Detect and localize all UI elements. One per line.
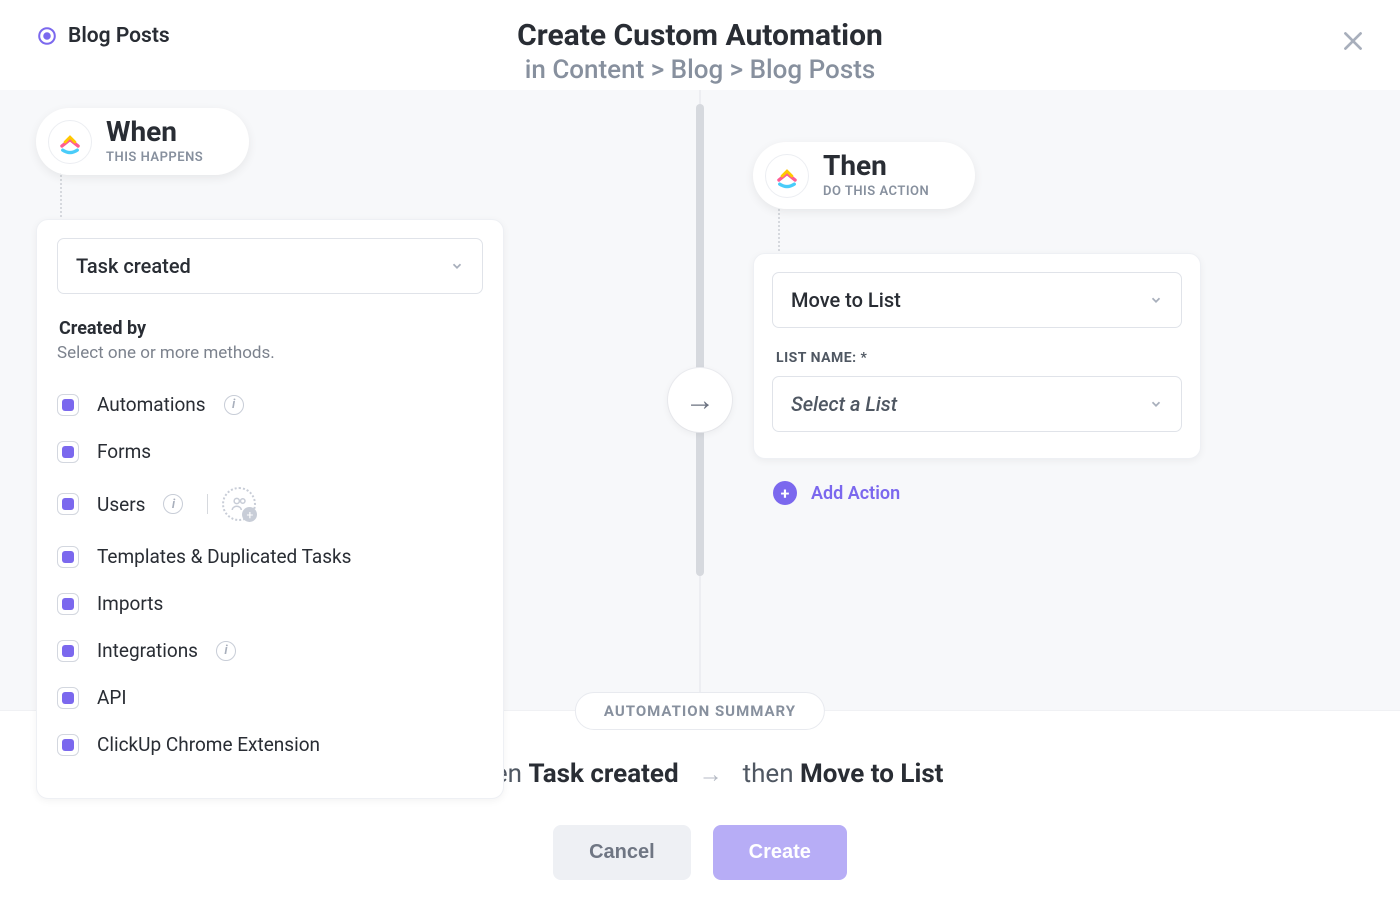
clickup-logo-icon	[765, 154, 809, 198]
method-label: Automations	[97, 393, 206, 416]
when-subtitle: THIS HAPPENS	[106, 150, 203, 165]
button-row: Cancel Create	[0, 825, 1400, 880]
location-pin-icon	[36, 25, 58, 47]
method-row: Usersi	[57, 475, 483, 533]
header-title-block: Create Custom Automation in Content > Bl…	[517, 18, 883, 85]
then-subtitle: DO THIS ACTION	[823, 184, 929, 199]
users-add-group	[207, 487, 256, 521]
then-title: Then	[823, 152, 929, 180]
add-action-label: Add Action	[811, 483, 900, 504]
summary-badge: AUTOMATION SUMMARY	[575, 692, 825, 730]
method-label: Integrations	[97, 639, 198, 662]
method-label: Imports	[97, 592, 163, 615]
separator	[207, 494, 208, 514]
checkbox[interactable]	[57, 687, 79, 709]
checkbox[interactable]	[57, 394, 79, 416]
created-by-help: Select one or more methods.	[57, 343, 483, 363]
method-row: Automations i	[57, 381, 483, 428]
cancel-button[interactable]: Cancel	[553, 825, 691, 880]
info-icon[interactable]: i	[224, 395, 244, 415]
method-row: Integrations i	[57, 627, 483, 674]
trigger-dropdown[interactable]: Task created	[57, 238, 483, 294]
checkbox[interactable]	[57, 493, 79, 515]
then-lane: Then DO THIS ACTION Move to List LIST NA…	[683, 90, 1400, 710]
center-scrollbar[interactable]	[696, 104, 704, 576]
method-label: API	[97, 686, 127, 709]
chevron-down-icon	[1149, 288, 1163, 312]
create-button[interactable]: Create	[713, 825, 847, 880]
location-label: Blog Posts	[68, 24, 170, 48]
method-row: Forms	[57, 428, 483, 475]
add-action-button[interactable]: + Add Action	[753, 481, 1364, 505]
flow-arrow-icon: →	[668, 368, 732, 432]
close-button[interactable]	[1340, 28, 1366, 58]
action-selected: Move to List	[791, 288, 901, 312]
clickup-logo-icon	[48, 120, 92, 164]
method-row: Imports	[57, 580, 483, 627]
checkbox[interactable]	[57, 441, 79, 463]
info-icon[interactable]: i	[163, 494, 183, 514]
plus-icon: +	[773, 481, 797, 505]
summary-arrow-icon: →	[699, 760, 723, 789]
list-select-dropdown[interactable]: Select a List	[772, 376, 1182, 432]
when-pill: When THIS HAPPENS	[36, 108, 249, 175]
when-title: When	[106, 118, 203, 146]
automation-canvas: → When THIS HAPPENS Task created Created…	[0, 90, 1400, 710]
method-row: ClickUp Chrome Extension	[57, 721, 483, 768]
checkbox[interactable]	[57, 734, 79, 756]
method-label: ClickUp Chrome Extension	[97, 733, 320, 756]
trigger-selected: Task created	[76, 254, 191, 278]
method-row: API	[57, 674, 483, 721]
checkbox[interactable]	[57, 546, 79, 568]
method-label: Forms	[97, 440, 151, 463]
created-by-label: Created by	[59, 318, 483, 339]
breadcrumb: in Content > Blog > Blog Posts	[517, 55, 883, 85]
add-users-icon[interactable]	[222, 487, 256, 521]
info-icon[interactable]: i	[216, 641, 236, 661]
list-name-label: LIST NAME: *	[776, 350, 1182, 366]
method-label: Templates & Duplicated Tasks	[97, 545, 351, 568]
when-lane: When THIS HAPPENS Task created Created b…	[0, 90, 683, 710]
location-chip[interactable]: Blog Posts	[36, 24, 170, 48]
when-card: Task created Created by Select one or mo…	[36, 219, 504, 799]
then-card: Move to List LIST NAME: * Select a List	[753, 253, 1201, 459]
then-pill: Then DO THIS ACTION	[753, 142, 975, 209]
checkbox[interactable]	[57, 640, 79, 662]
method-row: Templates & Duplicated Tasks	[57, 533, 483, 580]
page-title: Create Custom Automation	[517, 18, 883, 53]
list-placeholder: Select a List	[791, 392, 897, 416]
chevron-down-icon	[450, 254, 464, 278]
action-dropdown[interactable]: Move to List	[772, 272, 1182, 328]
checkbox[interactable]	[57, 593, 79, 615]
method-label: Users	[97, 493, 145, 516]
topbar: Blog Posts Create Custom Automation in C…	[0, 0, 1400, 90]
chevron-down-icon	[1149, 392, 1163, 416]
